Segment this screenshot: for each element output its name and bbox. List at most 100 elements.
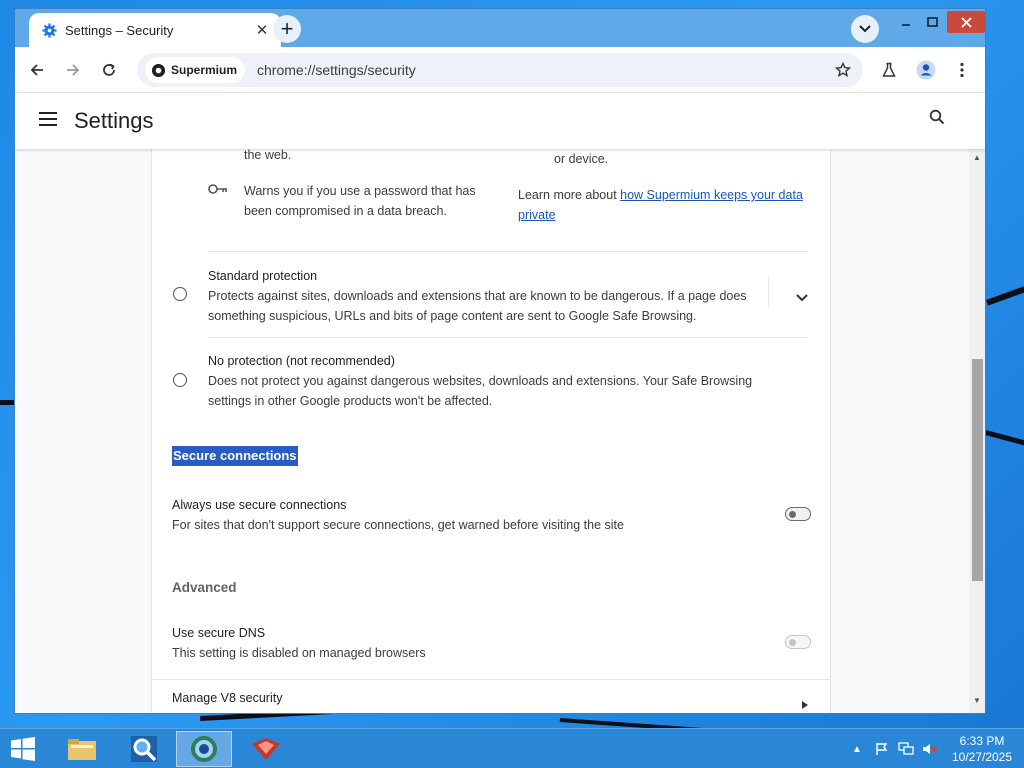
browser-toolbar: Supermium chrome://settings/security [15,47,985,93]
tab-strip: Settings – Security ✕ + [15,9,985,47]
learn-more-text: Learn more about how Supermium keeps you… [518,185,808,225]
show-hidden-icons-button[interactable]: ▲ [850,739,864,759]
volume-tray-icon[interactable] [920,739,940,759]
address-bar[interactable]: Supermium chrome://settings/security [137,53,863,87]
search-icon [929,109,945,125]
key-icon [208,183,228,198]
taskbar-clock[interactable]: 6:33 PM 10/27/2025 [944,733,1020,765]
no-protection-radio[interactable] [173,373,187,387]
divider [152,679,830,680]
learn-more-prefix: Learn more about [518,188,621,202]
v8-security-arrow[interactable] [802,697,808,712]
desktop-wallpaper-streak [0,400,14,405]
start-button[interactable] [10,737,38,761]
forward-arrow-icon [67,64,80,76]
taskbar-red-app[interactable] [238,731,294,767]
menu-button[interactable] [948,56,976,84]
back-arrow-icon [30,64,43,76]
secure-dns-desc: This setting is disabled on managed brow… [172,646,426,660]
tray-arrow-up-icon: ▲ [852,743,862,755]
always-secure-toggle[interactable] [785,507,811,521]
network-icon [898,742,914,755]
standard-protection-radio[interactable] [173,287,187,301]
forward-button[interactable] [59,56,87,84]
tab-search-button[interactable] [851,15,879,43]
v8-security-title[interactable]: Manage V8 security [172,688,282,708]
page-scrollbar[interactable]: ▲ ▼ [969,149,985,713]
scroll-thumb[interactable] [972,359,983,581]
always-secure-desc: For sites that don't support secure conn… [172,518,624,532]
scroll-up-icon[interactable]: ▲ [972,152,982,162]
folder-icon [68,739,96,760]
taskbar-file-explorer[interactable] [54,731,110,767]
taskbar-search-app[interactable] [116,731,172,767]
url-text[interactable]: chrome://settings/security [257,62,831,78]
browser-window: Settings – Security ✕ + Supermium chrome… [14,8,986,714]
chevron-down-icon [796,294,808,302]
always-secure-title: Always use secure connections [172,498,347,512]
secure-dns-toggle[interactable] [785,635,811,649]
desktop-wallpaper-streak [986,279,1024,306]
standard-protection-desc: Protects against sites, downloads and ex… [208,289,747,323]
action-center-flag[interactable] [872,739,892,759]
search-settings-button[interactable] [929,109,953,133]
minimize-icon [902,24,910,26]
labs-button[interactable] [875,56,903,84]
no-protection-desc: Does not protect you against dangerous w… [208,374,753,408]
back-button[interactable] [23,56,51,84]
toggle-knob [789,638,796,646]
chevron-down-icon [859,25,871,33]
star-icon [835,62,851,78]
site-info-chip[interactable]: Supermium [145,57,246,83]
red-box-app-icon [252,738,280,760]
desktop-wallpaper-streak [984,430,1024,451]
new-tab-button[interactable]: + [273,15,301,43]
settings-gear-icon [41,22,57,38]
maximize-icon [926,17,938,27]
toggle-knob [789,510,796,518]
reload-icon [103,63,115,76]
magnifier-app-icon [131,736,157,762]
divider [208,337,808,338]
taskbar-supermium[interactable] [176,731,232,767]
more-vert-icon [960,62,964,78]
flag-icon [876,743,888,755]
divider [208,251,808,252]
security-settings-card: the web. or device. Warns you if you use… [151,148,831,713]
scroll-down-icon[interactable]: ▼ [972,695,982,705]
close-icon [960,16,972,28]
advanced-heading: Advanced [172,580,237,595]
reload-button[interactable] [95,56,123,84]
secure-connections-heading: Secure connections [172,446,298,466]
tab-title: Settings – Security [65,22,174,38]
arrow-right-icon [802,701,808,709]
expand-standard-button[interactable] [796,290,808,305]
partial-text-right: or device. [554,152,609,166]
supermium-logo-icon [151,63,166,77]
avatar-icon [916,60,936,80]
network-tray-icon[interactable] [896,739,916,759]
divider [768,277,769,307]
tab-close-icon[interactable]: ✕ [253,21,271,39]
taskbar: ▲ 6:33 PM 10/27/2025 [0,728,1024,768]
settings-page: Settings the web. or device. Warns you i… [15,93,985,713]
minimize-button[interactable] [893,11,919,33]
standard-protection-title: Standard protection [208,269,318,283]
close-window-button[interactable] [947,11,985,33]
hamburger-icon [39,112,57,126]
secure-dns-title: Use secure DNS [172,626,266,640]
page-title: Settings [74,108,154,133]
tab-settings-security[interactable]: Settings – Security ✕ [29,13,281,47]
main-menu-button[interactable] [39,111,59,131]
speaker-muted-icon [923,744,938,754]
flask-icon [882,62,896,77]
maximize-button[interactable] [919,11,945,33]
profile-button[interactable] [912,56,940,84]
no-protection-title: No protection (not recommended) [208,354,395,368]
browser-globe-icon [191,736,217,762]
settings-header: Settings [15,93,985,149]
clock-date: 10/27/2025 [951,750,1013,764]
windows-logo-icon [11,737,35,761]
bookmark-star-button[interactable] [831,58,855,82]
breach-warning-text: Warns you if you use a password that has… [244,184,476,218]
